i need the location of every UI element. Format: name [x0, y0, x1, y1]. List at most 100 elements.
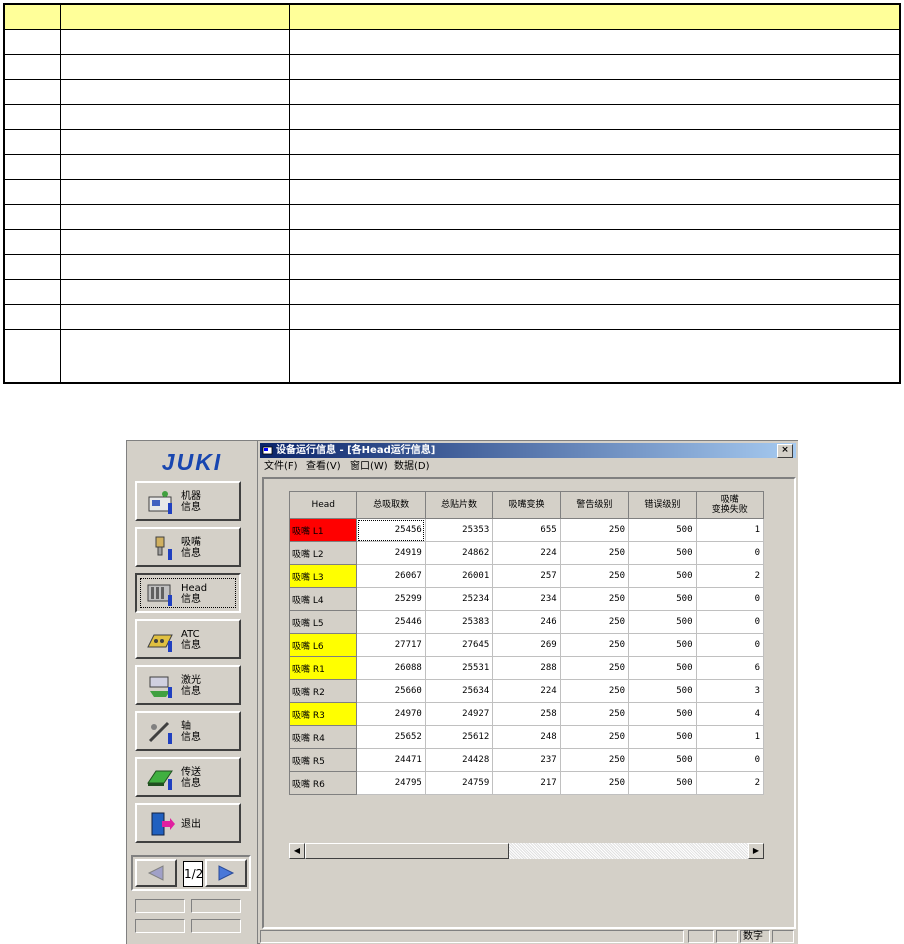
grid-cell[interactable]: 25234 [424, 587, 494, 611]
grid-cell[interactable]: 24428 [424, 748, 494, 772]
atc-info-button[interactable]: ATC 信息 [135, 619, 241, 659]
grid-cell[interactable]: 2 [695, 564, 765, 588]
scroll-right-button[interactable]: ▶ [748, 843, 764, 859]
grid-cell[interactable]: 500 [628, 564, 697, 588]
grid-cell[interactable]: 248 [492, 725, 561, 749]
grid-cell[interactable]: 25612 [424, 725, 494, 749]
grid-cell[interactable]: 0 [695, 587, 765, 611]
grid-cell[interactable]: 250 [559, 633, 630, 657]
grid-cell[interactable]: 1 [695, 518, 765, 542]
grid-cell[interactable]: 250 [559, 541, 630, 565]
laser-info-button[interactable]: 激光 信息 [135, 665, 241, 705]
grid-cell[interactable]: 250 [559, 771, 630, 795]
grid-cell[interactable]: 25660 [356, 679, 426, 703]
grid-cell[interactable]: 500 [628, 610, 697, 634]
table-row[interactable]: 吸嘴 R1 26088 25531 288 250 500 6 [288, 656, 765, 680]
grid-cell[interactable]: 25353 [424, 518, 494, 542]
horizontal-scrollbar[interactable]: ◀ ▶ [289, 842, 764, 859]
machine-info-button[interactable]: 机器 信息 [135, 481, 241, 521]
grid-cell[interactable]: 500 [628, 702, 697, 726]
grid-cell[interactable]: 655 [492, 518, 561, 542]
grid-cell[interactable]: 500 [628, 633, 697, 657]
table-row[interactable]: 吸嘴 R2 25660 25634 224 250 500 3 [288, 679, 765, 703]
scrollbar-track[interactable] [509, 843, 748, 859]
grid-cell[interactable]: 0 [695, 748, 765, 772]
row-head-cell[interactable]: 吸嘴 R2 [288, 679, 358, 703]
grid-cell[interactable]: 25299 [356, 587, 426, 611]
close-button[interactable]: × [777, 444, 793, 458]
table-row[interactable]: 吸嘴 R5 24471 24428 237 250 500 0 [288, 748, 765, 772]
grid-cell[interactable]: 2 [695, 771, 765, 795]
grid-cell[interactable]: 0 [695, 633, 765, 657]
grid-column-header[interactable]: 吸嘴 变换失败 [695, 491, 765, 519]
row-head-cell[interactable]: 吸嘴 R1 [288, 656, 358, 680]
grid-cell[interactable]: 250 [559, 679, 630, 703]
grid-cell[interactable]: 1 [695, 725, 765, 749]
grid-cell[interactable]: 250 [559, 748, 630, 772]
table-row[interactable]: 吸嘴 L4 25299 25234 234 250 500 0 [288, 587, 765, 611]
exit-button[interactable]: 退出 [135, 803, 241, 843]
next-page-button[interactable] [205, 859, 247, 887]
grid-cell[interactable]: 234 [492, 587, 561, 611]
grid-cell[interactable]: 3 [695, 679, 765, 703]
grid-cell[interactable]: 500 [628, 518, 697, 542]
grid-column-header[interactable]: 总吸取数 [356, 491, 426, 519]
grid-cell[interactable]: 269 [492, 633, 561, 657]
grid-cell[interactable]: 0 [695, 541, 765, 565]
grid-column-header[interactable]: Head [288, 491, 358, 519]
grid-cell[interactable]: 217 [492, 771, 561, 795]
table-row[interactable]: 吸嘴 R6 24795 24759 217 250 500 2 [288, 771, 765, 795]
grid-cell[interactable]: 500 [628, 541, 697, 565]
scrollbar-thumb[interactable] [305, 843, 509, 859]
grid-cell[interactable]: 27645 [424, 633, 494, 657]
grid-cell[interactable]: 500 [628, 587, 697, 611]
row-head-cell[interactable]: 吸嘴 L2 [288, 541, 358, 565]
table-row[interactable]: 吸嘴 R4 25652 25612 248 250 500 1 [288, 725, 765, 749]
row-head-cell[interactable]: 吸嘴 L3 [288, 564, 358, 588]
row-head-cell[interactable]: 吸嘴 R6 [288, 771, 358, 795]
grid-cell[interactable]: 27717 [356, 633, 426, 657]
grid-cell[interactable]: 224 [492, 679, 561, 703]
grid-cell[interactable]: 24919 [356, 541, 426, 565]
table-row[interactable]: 吸嘴 R3 24970 24927 258 250 500 4 [288, 702, 765, 726]
scroll-left-button[interactable]: ◀ [289, 843, 305, 859]
grid-cell[interactable]: 250 [559, 702, 630, 726]
grid-cell[interactable]: 6 [695, 656, 765, 680]
grid-cell[interactable]: 25383 [424, 610, 494, 634]
window-titlebar[interactable]: 设备运行信息 - [各Head运行信息] × [260, 443, 796, 458]
prev-page-button[interactable] [135, 859, 177, 887]
grid-cell[interactable]: 26067 [356, 564, 426, 588]
grid-column-header[interactable]: 错误级别 [628, 491, 697, 519]
grid-cell[interactable]: 0 [695, 610, 765, 634]
grid-cell[interactable]: 25531 [424, 656, 494, 680]
table-row[interactable]: 吸嘴 L3 26067 26001 257 250 500 2 [288, 564, 765, 588]
menu-item-1[interactable]: 查看(V) [306, 459, 341, 475]
grid-cell[interactable]: 25446 [356, 610, 426, 634]
axis-info-button[interactable]: 轴 信息 [135, 711, 241, 751]
grid-cell[interactable]: 25634 [424, 679, 494, 703]
grid-cell[interactable]: 24471 [356, 748, 426, 772]
grid-cell[interactable]: 25456 [356, 518, 426, 542]
grid-cell[interactable]: 246 [492, 610, 561, 634]
row-head-cell[interactable]: 吸嘴 R4 [288, 725, 358, 749]
grid-cell[interactable]: 500 [628, 656, 697, 680]
transport-info-button[interactable]: 传送 信息 [135, 757, 241, 797]
row-head-cell[interactable]: 吸嘴 L1 [288, 518, 358, 542]
menu-item-3[interactable]: 数据(D) [394, 459, 430, 475]
grid-column-header[interactable]: 吸嘴变换 [492, 491, 561, 519]
grid-cell[interactable]: 250 [559, 725, 630, 749]
grid-cell[interactable]: 250 [559, 656, 630, 680]
grid-cell[interactable]: 24927 [424, 702, 494, 726]
grid-cell[interactable]: 250 [559, 587, 630, 611]
grid-cell[interactable]: 500 [628, 725, 697, 749]
grid-cell[interactable]: 258 [492, 702, 561, 726]
grid-cell[interactable]: 250 [559, 564, 630, 588]
menu-item-2[interactable]: 窗口(W) [350, 459, 388, 475]
grid-cell[interactable]: 500 [628, 771, 697, 795]
row-head-cell[interactable]: 吸嘴 R5 [288, 748, 358, 772]
grid-cell[interactable]: 24795 [356, 771, 426, 795]
table-row[interactable]: 吸嘴 L2 24919 24862 224 250 500 0 [288, 541, 765, 565]
grid-cell[interactable]: 237 [492, 748, 561, 772]
grid-column-header[interactable]: 总贴片数 [424, 491, 494, 519]
grid-cell[interactable]: 24759 [424, 771, 494, 795]
